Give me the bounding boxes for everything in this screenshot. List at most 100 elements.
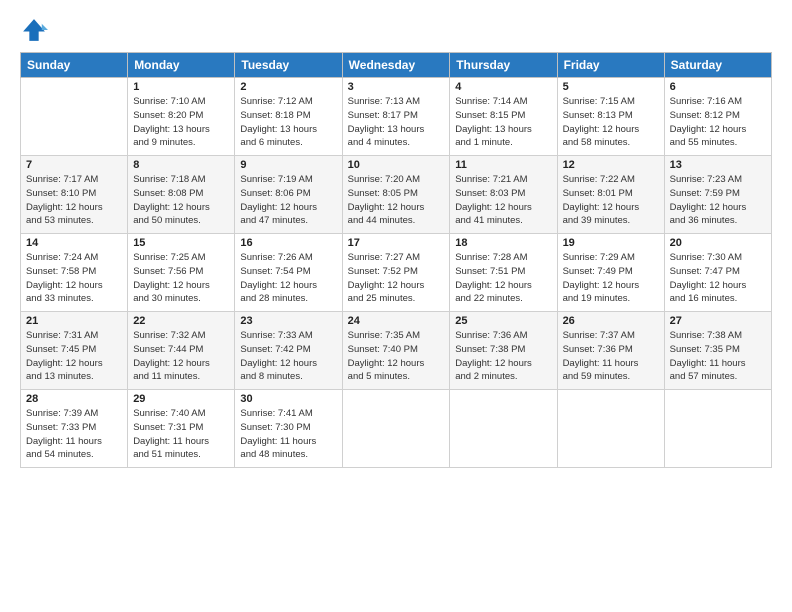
day-info: Sunrise: 7:10 AMSunset: 8:20 PMDaylight:…	[133, 95, 229, 150]
day-info: Sunrise: 7:25 AMSunset: 7:56 PMDaylight:…	[133, 251, 229, 306]
day-cell: 27 Sunrise: 7:38 AMSunset: 7:35 PMDayligh…	[664, 312, 771, 390]
day-cell: 8 Sunrise: 7:18 AMSunset: 8:08 PMDaylight…	[128, 156, 235, 234]
day-info: Sunrise: 7:28 AMSunset: 7:51 PMDaylight:…	[455, 251, 551, 306]
day-cell: 14 Sunrise: 7:24 AMSunset: 7:58 PMDayligh…	[21, 234, 128, 312]
day-cell: 7Sunrise: 7:17 AMSunset: 8:10 PMDaylight…	[21, 156, 128, 234]
header-row: SundayMondayTuesdayWednesdayThursdayFrid…	[21, 53, 772, 78]
day-number: 18	[455, 237, 551, 249]
day-info: Sunrise: 7:23 AMSunset: 7:59 PMDaylight:…	[670, 173, 766, 228]
col-header-wednesday: Wednesday	[342, 53, 450, 78]
day-info: Sunrise: 7:27 AMSunset: 7:52 PMDaylight:…	[348, 251, 445, 306]
day-number: 28	[26, 393, 122, 405]
day-info: Sunrise: 7:38 AMSunset: 7:35 PMDaylight:…	[670, 329, 766, 384]
day-number: 16	[240, 237, 336, 249]
day-cell: 30 Sunrise: 7:41 AMSunset: 7:30 PMDayligh…	[235, 390, 342, 468]
col-header-monday: Monday	[128, 53, 235, 78]
day-number: 5	[563, 81, 659, 93]
week-row-5: 28 Sunrise: 7:39 AMSunset: 7:33 PMDayligh…	[21, 390, 772, 468]
day-number: 19	[563, 237, 659, 249]
day-info: Sunrise: 7:18 AMSunset: 8:08 PMDaylight:…	[133, 173, 229, 228]
day-number: 8	[133, 159, 229, 171]
day-info: Sunrise: 7:24 AMSunset: 7:58 PMDaylight:…	[26, 251, 122, 306]
day-cell: 11 Sunrise: 7:21 AMSunset: 8:03 PMDayligh…	[450, 156, 557, 234]
day-number: 26	[563, 315, 659, 327]
day-info: Sunrise: 7:37 AMSunset: 7:36 PMDaylight:…	[563, 329, 659, 384]
day-info: Sunrise: 7:15 AMSunset: 8:13 PMDaylight:…	[563, 95, 659, 150]
logo	[20, 16, 52, 44]
week-row-3: 14 Sunrise: 7:24 AMSunset: 7:58 PMDayligh…	[21, 234, 772, 312]
day-cell: 10 Sunrise: 7:20 AMSunset: 8:05 PMDayligh…	[342, 156, 450, 234]
day-cell: 3 Sunrise: 7:13 AMSunset: 8:17 PMDaylight…	[342, 78, 450, 156]
day-cell: 28 Sunrise: 7:39 AMSunset: 7:33 PMDayligh…	[21, 390, 128, 468]
day-cell: 21 Sunrise: 7:31 AMSunset: 7:45 PMDayligh…	[21, 312, 128, 390]
day-number: 20	[670, 237, 766, 249]
day-cell: 9 Sunrise: 7:19 AMSunset: 8:06 PMDaylight…	[235, 156, 342, 234]
day-info: Sunrise: 7:12 AMSunset: 8:18 PMDaylight:…	[240, 95, 336, 150]
day-cell	[450, 390, 557, 468]
day-info: Sunrise: 7:22 AMSunset: 8:01 PMDaylight:…	[563, 173, 659, 228]
day-cell: 2 Sunrise: 7:12 AMSunset: 8:18 PMDaylight…	[235, 78, 342, 156]
day-number: 29	[133, 393, 229, 405]
day-cell	[342, 390, 450, 468]
day-number: 3	[348, 81, 445, 93]
day-cell: 1 Sunrise: 7:10 AMSunset: 8:20 PMDaylight…	[128, 78, 235, 156]
day-cell: 29 Sunrise: 7:40 AMSunset: 7:31 PMDayligh…	[128, 390, 235, 468]
day-number: 10	[348, 159, 445, 171]
day-number: 23	[240, 315, 336, 327]
day-number: 1	[133, 81, 229, 93]
day-number: 27	[670, 315, 766, 327]
day-cell: 26 Sunrise: 7:37 AMSunset: 7:36 PMDayligh…	[557, 312, 664, 390]
day-number: 9	[240, 159, 336, 171]
day-cell: 13Sunrise: 7:23 AMSunset: 7:59 PMDayligh…	[664, 156, 771, 234]
day-number: 7	[26, 159, 122, 171]
day-number: 2	[240, 81, 336, 93]
day-cell: 24 Sunrise: 7:35 AMSunset: 7:40 PMDayligh…	[342, 312, 450, 390]
day-number: 11	[455, 159, 551, 171]
day-cell	[664, 390, 771, 468]
day-info: Sunrise: 7:31 AMSunset: 7:45 PMDaylight:…	[26, 329, 122, 384]
day-info: Sunrise: 7:14 AMSunset: 8:15 PMDaylight:…	[455, 95, 551, 150]
day-cell: 15 Sunrise: 7:25 AMSunset: 7:56 PMDayligh…	[128, 234, 235, 312]
col-header-saturday: Saturday	[664, 53, 771, 78]
day-info: Sunrise: 7:21 AMSunset: 8:03 PMDaylight:…	[455, 173, 551, 228]
day-cell	[557, 390, 664, 468]
week-row-4: 21 Sunrise: 7:31 AMSunset: 7:45 PMDayligh…	[21, 312, 772, 390]
day-number: 21	[26, 315, 122, 327]
day-number: 14	[26, 237, 122, 249]
day-number: 22	[133, 315, 229, 327]
day-info: Sunrise: 7:30 AMSunset: 7:47 PMDaylight:…	[670, 251, 766, 306]
week-row-2: 7Sunrise: 7:17 AMSunset: 8:10 PMDaylight…	[21, 156, 772, 234]
day-info: Sunrise: 7:35 AMSunset: 7:40 PMDaylight:…	[348, 329, 445, 384]
day-info: Sunrise: 7:39 AMSunset: 7:33 PMDaylight:…	[26, 407, 122, 462]
week-row-1: 1 Sunrise: 7:10 AMSunset: 8:20 PMDaylight…	[21, 78, 772, 156]
day-cell: 4 Sunrise: 7:14 AMSunset: 8:15 PMDaylight…	[450, 78, 557, 156]
day-info: Sunrise: 7:41 AMSunset: 7:30 PMDaylight:…	[240, 407, 336, 462]
day-number: 30	[240, 393, 336, 405]
calendar-table: SundayMondayTuesdayWednesdayThursdayFrid…	[20, 52, 772, 468]
day-info: Sunrise: 7:26 AMSunset: 7:54 PMDaylight:…	[240, 251, 336, 306]
day-number: 4	[455, 81, 551, 93]
page: SundayMondayTuesdayWednesdayThursdayFrid…	[0, 0, 792, 612]
day-cell: 12Sunrise: 7:22 AMSunset: 8:01 PMDayligh…	[557, 156, 664, 234]
day-cell: 6 Sunrise: 7:16 AMSunset: 8:12 PMDaylight…	[664, 78, 771, 156]
day-info: Sunrise: 7:32 AMSunset: 7:44 PMDaylight:…	[133, 329, 229, 384]
day-cell: 17 Sunrise: 7:27 AMSunset: 7:52 PMDayligh…	[342, 234, 450, 312]
day-number: 6	[670, 81, 766, 93]
day-number: 15	[133, 237, 229, 249]
col-header-friday: Friday	[557, 53, 664, 78]
day-number: 24	[348, 315, 445, 327]
col-header-thursday: Thursday	[450, 53, 557, 78]
day-info: Sunrise: 7:13 AMSunset: 8:17 PMDaylight:…	[348, 95, 445, 150]
day-info: Sunrise: 7:20 AMSunset: 8:05 PMDaylight:…	[348, 173, 445, 228]
day-info: Sunrise: 7:33 AMSunset: 7:42 PMDaylight:…	[240, 329, 336, 384]
day-info: Sunrise: 7:16 AMSunset: 8:12 PMDaylight:…	[670, 95, 766, 150]
day-cell: 23 Sunrise: 7:33 AMSunset: 7:42 PMDayligh…	[235, 312, 342, 390]
day-cell: 5 Sunrise: 7:15 AMSunset: 8:13 PMDaylight…	[557, 78, 664, 156]
day-info: Sunrise: 7:19 AMSunset: 8:06 PMDaylight:…	[240, 173, 336, 228]
day-cell: 20 Sunrise: 7:30 AMSunset: 7:47 PMDayligh…	[664, 234, 771, 312]
day-number: 25	[455, 315, 551, 327]
day-cell: 25Sunrise: 7:36 AMSunset: 7:38 PMDayligh…	[450, 312, 557, 390]
day-info: Sunrise: 7:40 AMSunset: 7:31 PMDaylight:…	[133, 407, 229, 462]
day-number: 17	[348, 237, 445, 249]
logo-icon	[20, 16, 48, 44]
